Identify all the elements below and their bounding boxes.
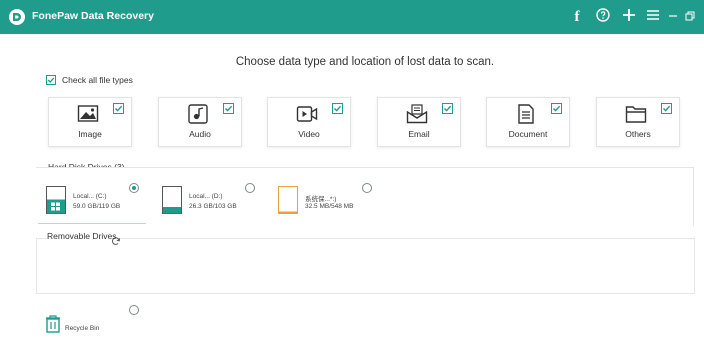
file-type-label: Video — [298, 129, 320, 139]
image-checkbox[interactable] — [113, 103, 124, 114]
check-all-file-types[interactable]: Check all file types — [46, 75, 133, 85]
feedback-icon — [595, 7, 611, 28]
recycle-bin-icon — [44, 314, 62, 339]
file-type-label: Document — [508, 129, 548, 139]
document-checkbox[interactable] — [551, 103, 562, 114]
drive-name: Local... (D:) — [189, 193, 223, 200]
check-all-checkbox[interactable] — [46, 75, 56, 85]
windows-drive-icon — [46, 186, 66, 214]
drive-c-radio[interactable] — [129, 183, 139, 193]
document-icon — [515, 104, 537, 124]
drive-size: 26.3 GB/103 GB — [189, 203, 237, 210]
drive-d-radio[interactable] — [245, 183, 255, 193]
menu-button[interactable] — [644, 7, 662, 27]
drive-size: 59.0 GB/119 GB — [73, 203, 121, 210]
drive-system-reserved-radio[interactable] — [362, 183, 372, 193]
drive-name: Local... (C:) — [73, 193, 107, 200]
recycle-bin-label: Recycle Bin — [65, 325, 100, 332]
check-all-label: Check all file types — [62, 75, 133, 85]
image-icon — [77, 104, 99, 124]
file-type-label: Image — [78, 129, 102, 139]
file-type-email[interactable]: Email — [377, 97, 461, 147]
drive-name: 系统保...*:) — [305, 196, 337, 203]
file-type-video[interactable]: Video — [267, 97, 351, 147]
app-logo-icon — [8, 8, 26, 26]
drive-c[interactable]: Local... (C:) 59.0 GB/119 GB — [46, 186, 136, 222]
restore-icon — [685, 8, 695, 26]
file-type-label: Audio — [189, 129, 211, 139]
file-type-label: Others — [625, 129, 651, 139]
file-type-image[interactable]: Image — [48, 97, 132, 147]
file-type-others[interactable]: Others — [596, 97, 680, 147]
app-title: FonePaw Data Recovery — [32, 10, 154, 22]
email-icon — [406, 104, 428, 124]
restore-button[interactable] — [684, 7, 696, 27]
drive-size: 32.5 MB/548 MB — [305, 203, 354, 210]
minimize-icon — [668, 8, 678, 26]
file-type-label: Email — [408, 129, 430, 139]
audio-icon — [187, 104, 209, 124]
page-instruction: Choose data type and location of lost da… — [235, 56, 495, 68]
audio-checkbox[interactable] — [223, 103, 234, 114]
recycle-bin[interactable]: Recycle Bin — [44, 314, 114, 336]
refresh-icon[interactable] — [111, 233, 121, 251]
others-checkbox[interactable] — [661, 103, 672, 114]
facebook-icon: f — [574, 8, 580, 25]
removable-drives-panel — [36, 238, 695, 294]
file-type-audio[interactable]: Audio — [158, 97, 242, 147]
system-drive-icon — [278, 186, 298, 214]
removable-drives-label: Removable Drives — [47, 231, 119, 241]
selected-drive-underline — [38, 223, 146, 224]
plus-icon — [622, 8, 636, 27]
email-checkbox[interactable] — [442, 103, 453, 114]
title-bar: FonePaw Data Recovery f — [0, 0, 704, 34]
folder-icon — [625, 104, 647, 124]
facebook-button[interactable]: f — [569, 7, 585, 27]
video-icon — [296, 104, 318, 124]
video-checkbox[interactable] — [332, 103, 343, 114]
minimize-button[interactable] — [667, 7, 679, 27]
menu-icon — [646, 8, 660, 26]
drive-icon — [162, 186, 182, 214]
recycle-bin-radio[interactable] — [129, 305, 139, 315]
file-type-document[interactable]: Document — [486, 97, 570, 147]
add-button[interactable] — [620, 7, 638, 27]
feedback-button[interactable] — [594, 7, 612, 27]
